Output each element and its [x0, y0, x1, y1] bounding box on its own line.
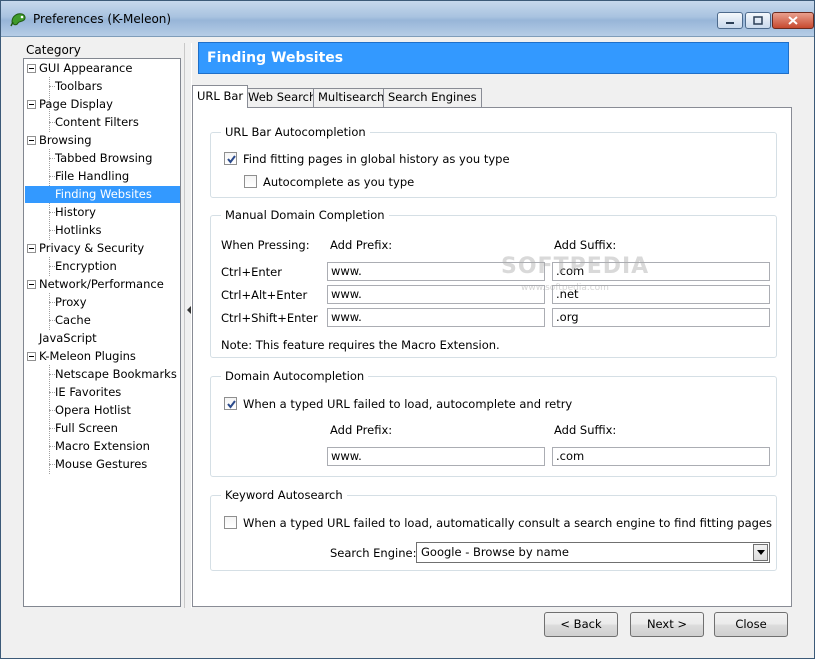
minimize-button[interactable]: [717, 12, 743, 29]
col-header-suffix: Add Suffix:: [554, 238, 617, 252]
domain-prefix-input[interactable]: www.: [327, 447, 545, 466]
label-autocomplete-retry: When a typed URL failed to load, autocom…: [243, 397, 573, 411]
panel-splitter[interactable]: [184, 43, 192, 608]
col-header-prefix: Add Prefix:: [330, 238, 393, 252]
tree-item-network-performance[interactable]: Network/Performance: [39, 276, 164, 293]
group-title: Manual Domain Completion: [221, 208, 389, 222]
close-button[interactable]: Close: [714, 612, 788, 637]
group-manual-domain: Manual Domain Completion When Pressing: …: [210, 208, 777, 358]
maximize-icon: [753, 16, 763, 25]
back-button[interactable]: < Back: [544, 612, 618, 637]
expander-gui-appearance-icon[interactable]: [27, 64, 36, 73]
window-title: Preferences (K-Meleon): [33, 12, 172, 26]
tree-item-macro-extension[interactable]: Macro Extension: [55, 438, 150, 455]
checkmark-icon: [227, 155, 236, 164]
category-label: Category: [26, 43, 81, 57]
tab-url-bar[interactable]: URL Bar: [192, 85, 249, 108]
category-tree[interactable]: GUI Appearance Toolbars Page Display Con…: [23, 58, 181, 607]
next-button[interactable]: Next >: [630, 612, 704, 637]
search-engine-value: Google - Browse by name: [421, 545, 569, 559]
close-icon: [788, 16, 798, 25]
tree-item-full-screen[interactable]: Full Screen: [55, 420, 118, 437]
tree-item-mouse-gestures[interactable]: Mouse Gestures: [55, 456, 147, 473]
maximize-button[interactable]: [745, 12, 771, 29]
key-ctrl-shift-enter: Ctrl+Shift+Enter: [221, 311, 318, 325]
preferences-window: Preferences (K-Meleon) Category GUI Appe…: [0, 0, 815, 659]
key-ctrl-alt-enter: Ctrl+Alt+Enter: [221, 288, 308, 302]
tree-item-privacy-security[interactable]: Privacy & Security: [39, 240, 144, 257]
expander-network-icon[interactable]: [27, 280, 36, 289]
tab-multisearch[interactable]: Multisearch: [313, 88, 390, 107]
tree-item-content-filters[interactable]: Content Filters: [55, 114, 139, 131]
tree-item-gui-appearance[interactable]: GUI Appearance: [39, 60, 132, 77]
prefix-input-ctrl-shift-enter[interactable]: www.: [327, 308, 545, 327]
tree-item-cache[interactable]: Cache: [55, 312, 91, 329]
tree-item-hotlinks[interactable]: Hotlinks: [55, 222, 102, 239]
search-engine-select[interactable]: Google - Browse by name: [416, 542, 770, 563]
kmeleon-app-icon: [10, 13, 26, 27]
page-title: Finding Websites: [198, 42, 789, 74]
group-title: Domain Autocompletion: [221, 369, 369, 383]
domain-suffix-input[interactable]: .com: [552, 447, 770, 466]
tree-item-browsing[interactable]: Browsing: [39, 132, 92, 149]
tab-panel-url-bar: URL Bar Autocompletion Find fitting page…: [192, 107, 792, 607]
expander-page-display-icon[interactable]: [27, 100, 36, 109]
col-header-when: When Pressing:: [221, 238, 310, 252]
tree-item-page-display[interactable]: Page Display: [39, 96, 113, 113]
checkbox-autocomplete-retry[interactable]: [224, 397, 237, 410]
label-keyword-autosearch: When a typed URL failed to load, automat…: [243, 516, 772, 530]
label-add-suffix: Add Suffix:: [554, 423, 617, 437]
splitter-grip-icon: [187, 306, 191, 314]
checkmark-icon: [227, 400, 236, 409]
tree-item-history[interactable]: History: [55, 204, 96, 221]
tree-item-toolbars[interactable]: Toolbars: [55, 78, 102, 95]
tree-item-netscape-bookmarks[interactable]: Netscape Bookmarks: [55, 366, 177, 383]
checkbox-keyword-autosearch[interactable]: [224, 516, 237, 529]
tree-item-opera-hotlist[interactable]: Opera Hotlist: [55, 402, 131, 419]
group-title: Keyword Autosearch: [221, 488, 347, 502]
group-url-autocompletion: URL Bar Autocompletion Find fitting page…: [210, 125, 777, 198]
label-find-fitting-pages: Find fitting pages in global history as …: [243, 152, 510, 166]
tree-item-finding-websites[interactable]: Finding Websites: [25, 186, 180, 203]
macro-note: Note: This feature requires the Macro Ex…: [221, 338, 500, 352]
expander-plugins-icon[interactable]: [27, 352, 36, 361]
tab-web-search[interactable]: Web Search: [243, 88, 322, 107]
checkbox-autocomplete-as-type[interactable]: [244, 175, 257, 188]
key-ctrl-enter: Ctrl+Enter: [221, 265, 282, 279]
label-search-engine: Search Engine:: [330, 546, 417, 560]
checkbox-find-fitting-pages[interactable]: [224, 152, 237, 165]
tree-item-javascript[interactable]: JavaScript: [39, 330, 97, 347]
title-bar[interactable]: Preferences (K-Meleon): [1, 1, 814, 37]
label-autocomplete-as-type: Autocomplete as you type: [263, 175, 415, 189]
tree-item-ie-favorites[interactable]: IE Favorites: [55, 384, 121, 401]
expander-privacy-icon[interactable]: [27, 244, 36, 253]
expander-browsing-icon[interactable]: [27, 136, 36, 145]
minimize-icon: [726, 21, 734, 24]
prefix-input-ctrl-alt-enter[interactable]: www.: [327, 285, 545, 304]
group-title: URL Bar Autocompletion: [221, 125, 370, 139]
tree-item-tabbed-browsing[interactable]: Tabbed Browsing: [55, 150, 152, 167]
label-add-prefix: Add Prefix:: [330, 423, 393, 437]
tree-item-file-handling[interactable]: File Handling: [55, 168, 129, 185]
tree-item-proxy[interactable]: Proxy: [55, 294, 87, 311]
suffix-input-ctrl-shift-enter[interactable]: .org: [552, 308, 770, 327]
tree-item-kmeleon-plugins[interactable]: K-Meleon Plugins: [39, 348, 136, 365]
group-keyword-autosearch: Keyword Autosearch When a typed URL fail…: [210, 488, 777, 571]
watermark-text: SOFTPEDIA: [501, 254, 650, 279]
watermark-url: www.softpedia.com: [521, 283, 609, 293]
group-domain-autocompletion: Domain Autocompletion When a typed URL f…: [210, 369, 777, 477]
close-window-button[interactable]: [772, 12, 814, 29]
tree-item-encryption[interactable]: Encryption: [55, 258, 117, 275]
tab-search-engines[interactable]: Search Engines: [383, 88, 482, 107]
dropdown-arrow-icon[interactable]: [753, 544, 768, 561]
